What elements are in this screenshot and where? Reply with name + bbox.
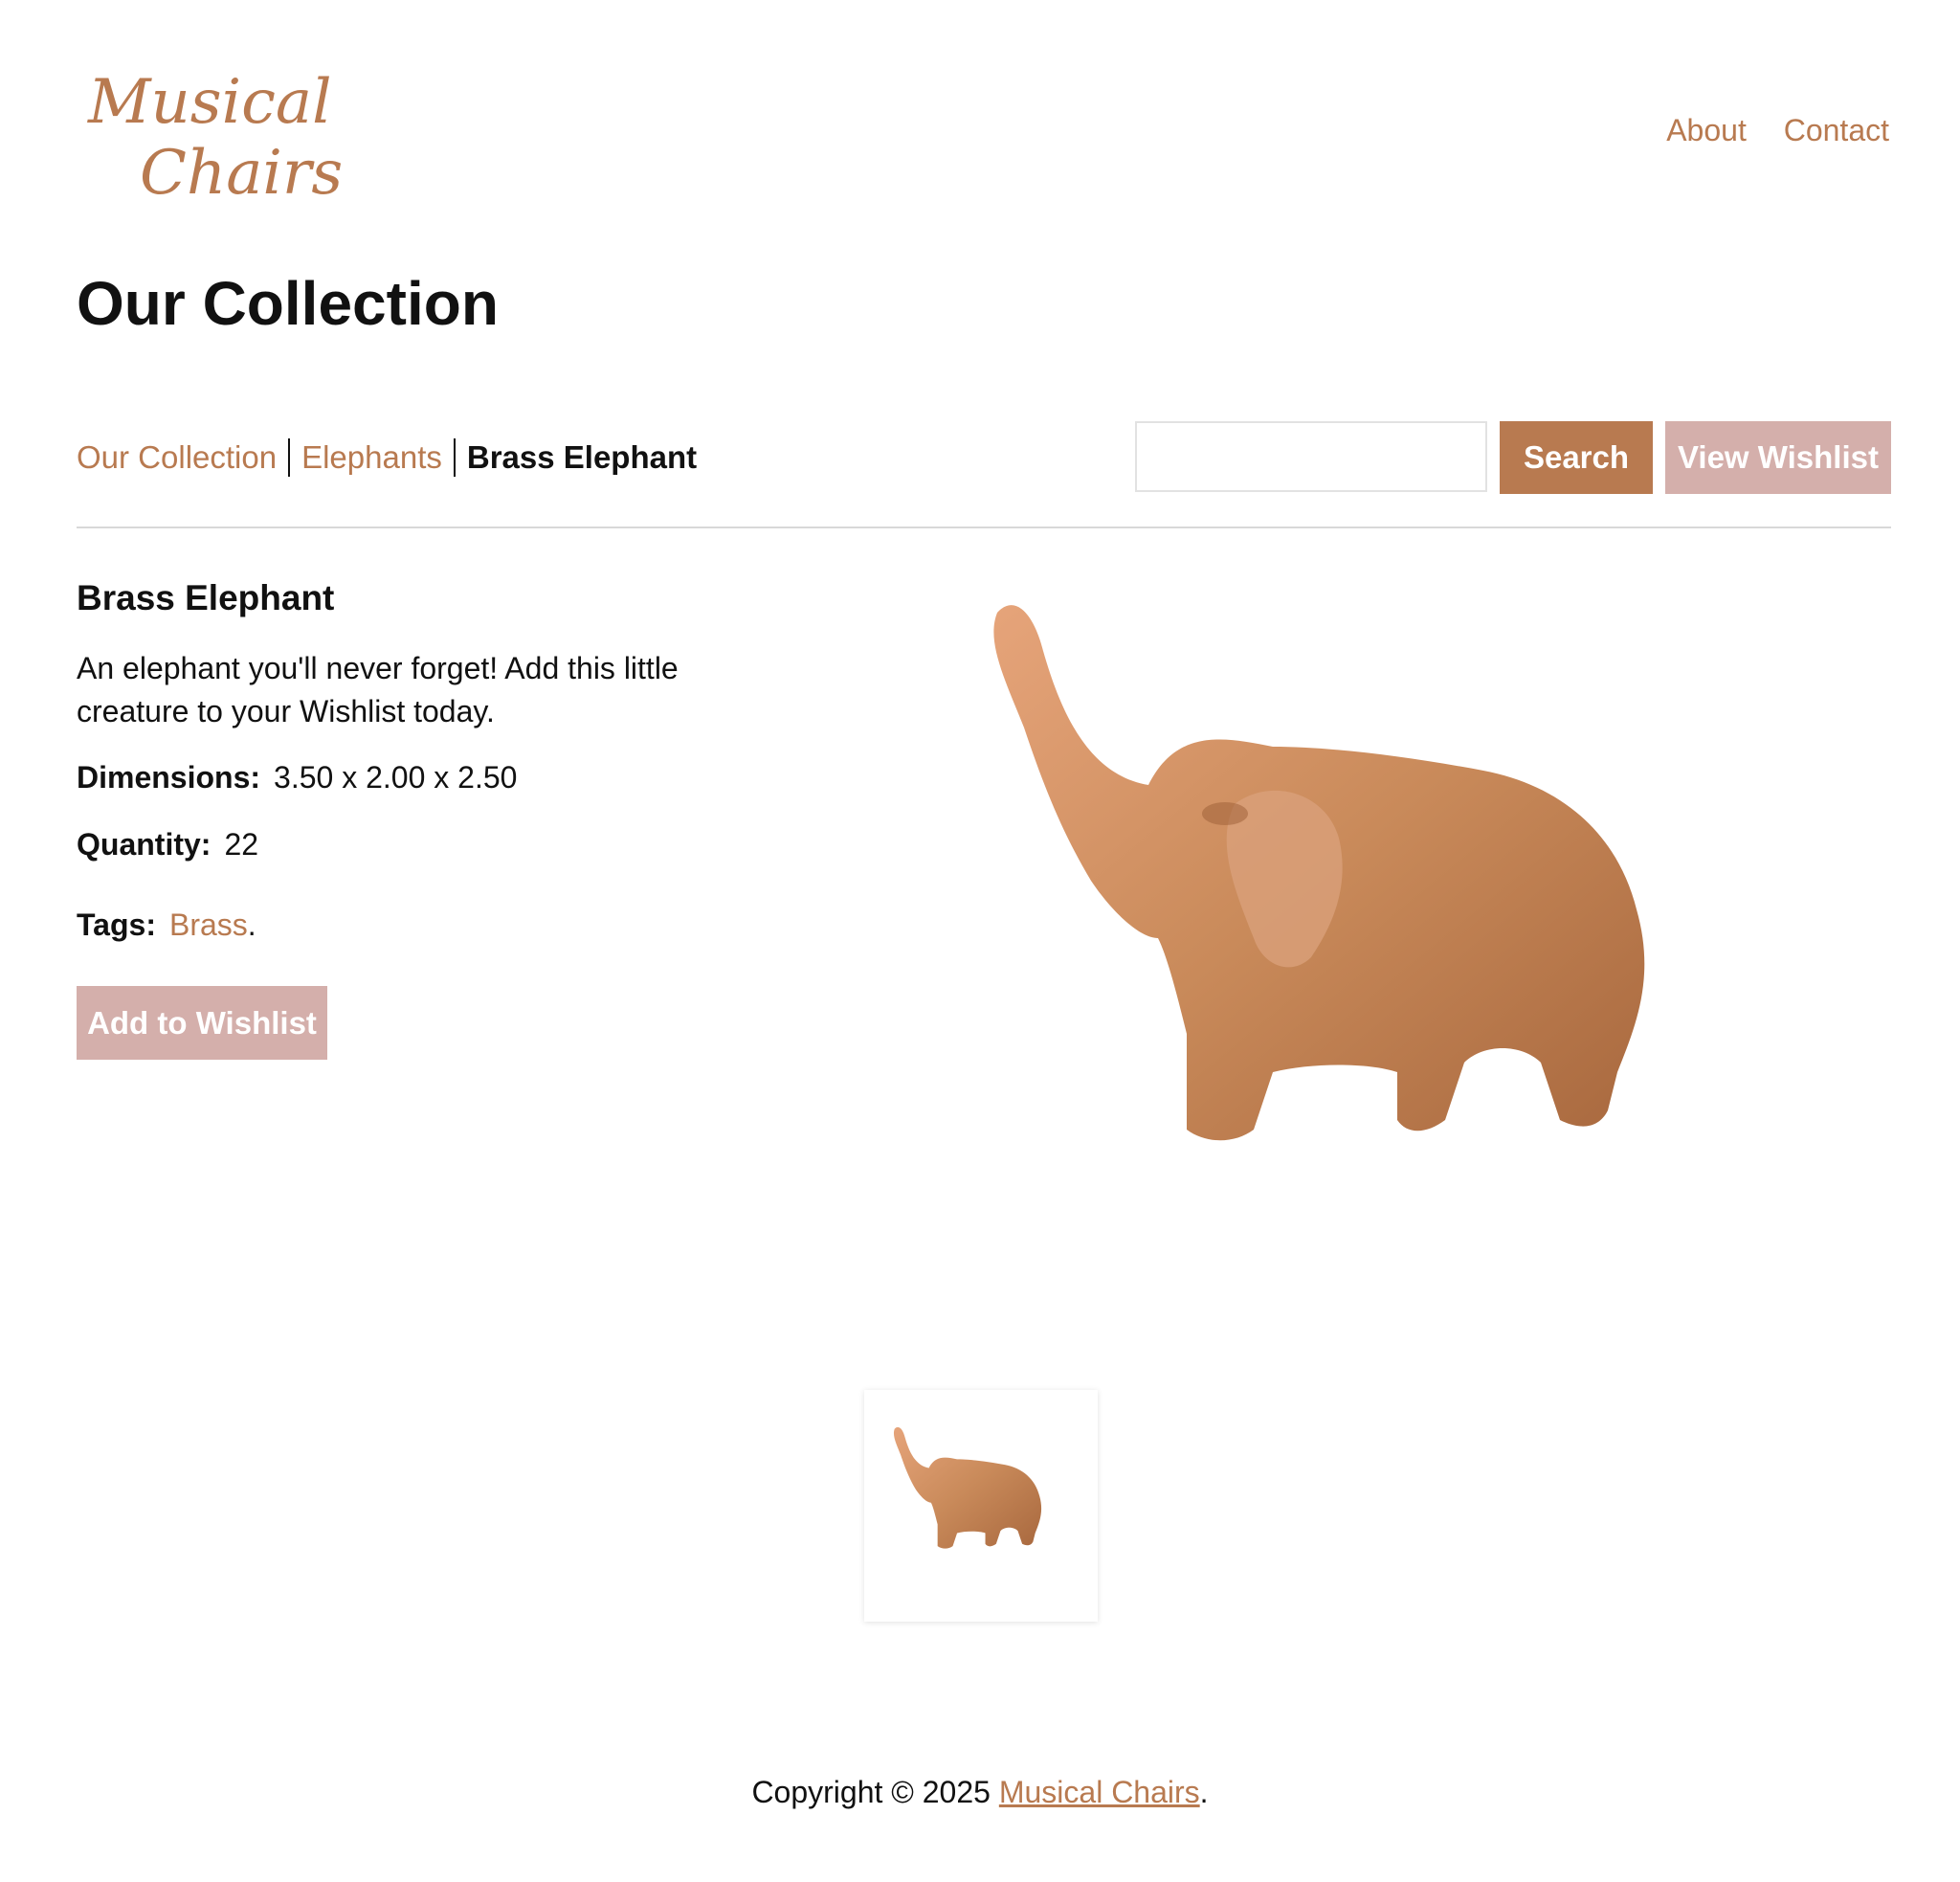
footer-period: . <box>1199 1775 1209 1809</box>
view-wishlist-button[interactable]: View Wishlist <box>1665 421 1891 494</box>
footer-copyright: Copyright © 2025 <box>751 1775 999 1809</box>
tags-label: Tags: <box>77 907 156 942</box>
footer: Copyright © 2025 Musical Chairs. <box>0 1775 1960 1810</box>
dimensions-value: 3.50 x 2.00 x 2.50 <box>274 760 518 795</box>
breadcrumb-our-collection[interactable]: Our Collection <box>77 439 277 476</box>
musical-chairs-logo[interactable]: Musical Chairs <box>80 59 348 213</box>
tags-row: Tags: Brass. <box>77 907 256 943</box>
quantity-label: Quantity: <box>77 827 212 862</box>
logo-line-2: Chairs <box>140 138 343 209</box>
nav-contact-link[interactable]: Contact <box>1784 113 1889 147</box>
breadcrumb-separator <box>453 438 456 477</box>
search-input[interactable] <box>1135 421 1487 492</box>
nav-about-link[interactable]: About <box>1666 113 1747 147</box>
breadcrumb-separator <box>288 438 291 477</box>
logo-line-1: Musical <box>87 67 332 138</box>
footer-site-link[interactable]: Musical Chairs <box>999 1775 1200 1809</box>
product-description: An elephant you'll never forget! Add thi… <box>77 651 679 728</box>
breadcrumb: Our Collection Elephants Brass Elephant <box>77 438 697 477</box>
dimensions-row: Dimensions: 3.50 x 2.00 x 2.50 <box>77 760 517 795</box>
add-to-wishlist-button[interactable]: Add to Wishlist <box>77 986 327 1060</box>
page-title: Our Collection <box>77 269 499 338</box>
tags-period: . <box>247 907 256 942</box>
product-image <box>993 605 1645 1141</box>
tag-brass-link[interactable]: Brass <box>169 907 248 942</box>
quantity-row: Quantity: 22 <box>77 827 258 863</box>
quantity-value: 22 <box>224 827 259 862</box>
search-button[interactable]: Search <box>1500 421 1653 494</box>
product-thumbnail[interactable] <box>864 1390 1098 1622</box>
breadcrumb-current: Brass Elephant <box>466 439 698 475</box>
breadcrumb-elephants[interactable]: Elephants <box>301 439 442 476</box>
divider <box>77 527 1891 528</box>
dimensions-label: Dimensions: <box>77 760 261 795</box>
product-name: Brass Elephant <box>77 578 335 617</box>
top-nav: About Contact <box>1637 113 1889 148</box>
thumbnail-image <box>893 1426 1042 1549</box>
